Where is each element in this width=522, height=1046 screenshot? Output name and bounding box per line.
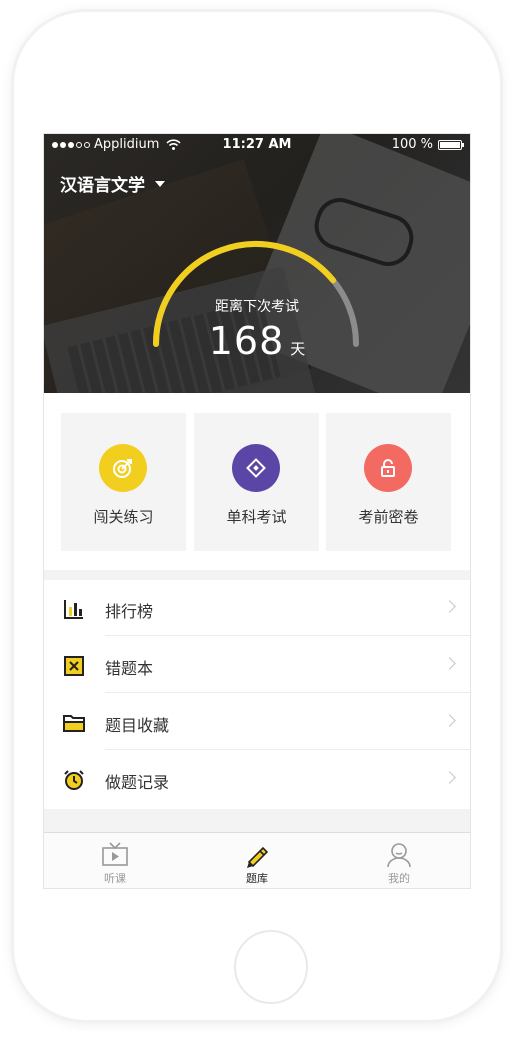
tab-bar: 听课 题库 我的 bbox=[44, 832, 470, 888]
bar-chart-icon bbox=[64, 600, 83, 619]
tab-label: 我的 bbox=[388, 872, 410, 885]
battery-icon bbox=[438, 139, 464, 150]
menu-item-wrong-answers[interactable]: 错题本 bbox=[44, 637, 470, 693]
status-right: 100 % bbox=[391, 137, 464, 152]
home-button[interactable] bbox=[234, 930, 308, 1004]
divider bbox=[105, 692, 470, 693]
chevron-right-icon bbox=[443, 657, 456, 670]
target-icon bbox=[99, 444, 147, 492]
battery-percent: 100 % bbox=[391, 137, 433, 152]
folder-icon bbox=[63, 715, 85, 732]
countdown-value: 168 天 bbox=[44, 319, 470, 363]
countdown-days: 168 bbox=[208, 319, 285, 363]
subject-label: 汉语言文学 bbox=[60, 176, 145, 196]
diamond-icon bbox=[232, 444, 280, 492]
wrong-book-icon bbox=[64, 656, 84, 676]
chevron-right-icon bbox=[443, 600, 456, 613]
menu-item-history[interactable]: 做题记录 bbox=[44, 751, 470, 807]
menu-label: 排行榜 bbox=[105, 602, 154, 621]
chevron-right-icon bbox=[443, 771, 456, 784]
menu-label: 错题本 bbox=[105, 659, 154, 678]
tile-challenge-practice[interactable]: 闯关练习 bbox=[61, 413, 186, 551]
header-banner: Applidium 11:27 AM 100 % 汉语言文学 距离下次考试 16… bbox=[44, 134, 470, 393]
menu-label: 题目收藏 bbox=[105, 716, 170, 735]
caret-down-icon bbox=[155, 180, 165, 187]
chevron-right-icon bbox=[443, 714, 456, 727]
tab-profile[interactable]: 我的 bbox=[328, 833, 470, 888]
tab-lectures[interactable]: 听课 bbox=[44, 833, 186, 888]
tab-label: 题库 bbox=[246, 872, 268, 885]
divider bbox=[105, 749, 470, 750]
tile-label: 闯关练习 bbox=[93, 508, 154, 526]
tab-label: 听课 bbox=[104, 872, 126, 885]
tile-label: 考前密卷 bbox=[358, 508, 419, 526]
menu-label: 做题记录 bbox=[105, 773, 170, 792]
tile-label: 单科考试 bbox=[226, 508, 287, 526]
divider bbox=[105, 635, 470, 636]
tile-pre-exam-papers[interactable]: 考前密卷 bbox=[326, 413, 451, 551]
menu-item-favorites[interactable]: 题目收藏 bbox=[44, 694, 470, 750]
status-bar: Applidium 11:27 AM 100 % bbox=[44, 134, 470, 156]
menu-item-leaderboard[interactable]: 排行榜 bbox=[44, 580, 470, 636]
menu-list: 排行榜 错题本 题目收藏 做题记录 bbox=[44, 580, 470, 809]
tv-icon bbox=[102, 842, 128, 866]
lock-icon bbox=[364, 444, 412, 492]
app-screen: Applidium 11:27 AM 100 % 汉语言文学 距离下次考试 16… bbox=[44, 134, 470, 888]
subject-selector[interactable]: 汉语言文学 bbox=[60, 171, 165, 196]
countdown-unit: 天 bbox=[290, 340, 306, 358]
pencil-icon bbox=[247, 846, 269, 868]
user-icon bbox=[387, 843, 411, 868]
tab-question-bank[interactable]: 题库 bbox=[186, 833, 328, 888]
countdown-label: 距离下次考试 bbox=[215, 299, 299, 315]
tile-single-subject-exam[interactable]: 单科考试 bbox=[194, 413, 319, 551]
alarm-clock-icon bbox=[64, 770, 84, 790]
feature-tiles: 闯关练习 单科考试 考前密卷 bbox=[44, 393, 470, 570]
